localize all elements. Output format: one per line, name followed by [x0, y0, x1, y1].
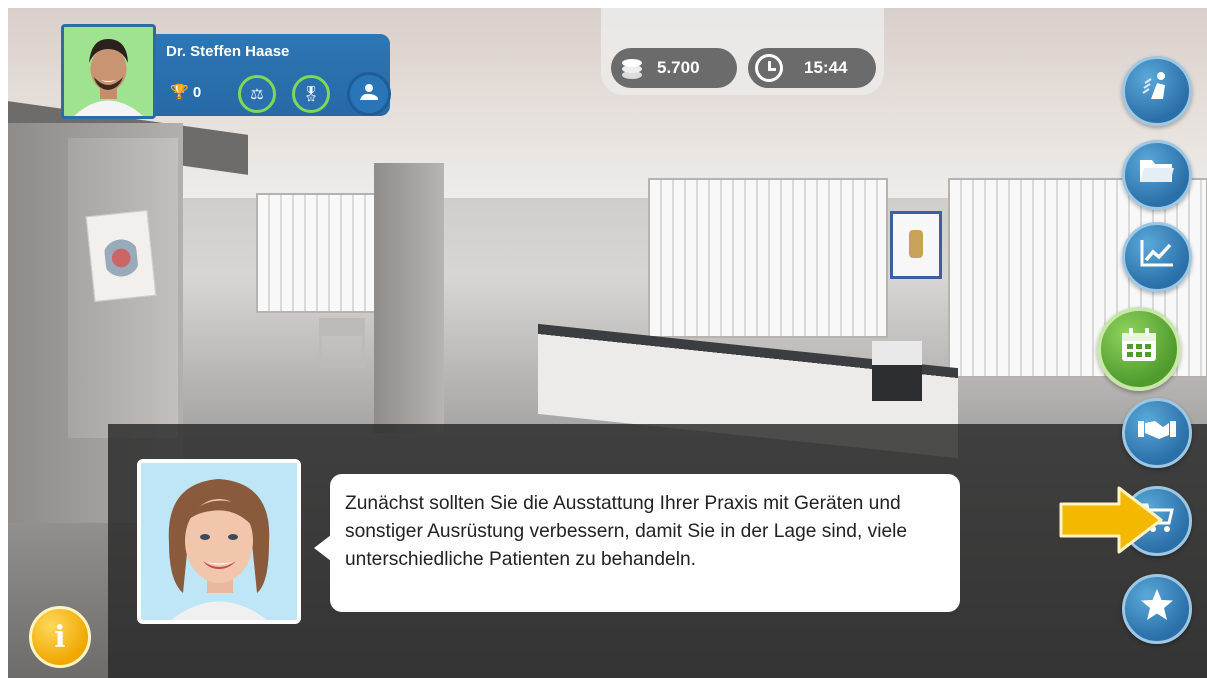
money-value: 5.700	[657, 58, 700, 77]
center-pillar	[374, 163, 444, 433]
clock-icon	[752, 51, 786, 85]
anatomy-poster	[85, 209, 157, 303]
award-icon: 🎖	[301, 86, 321, 103]
star-icon	[1139, 587, 1175, 631]
staff-button[interactable]	[1122, 56, 1192, 126]
dialogue-bubble: Zunächst sollten Sie die Ausstattung Ihr…	[330, 474, 960, 612]
tutorial-arrow-icon	[1059, 486, 1163, 554]
calendar-icon	[1120, 327, 1158, 371]
doctor-portrait-icon	[64, 27, 153, 116]
coins-icon	[615, 51, 649, 85]
chart-icon	[1139, 238, 1175, 276]
time-value: 15:44	[804, 58, 848, 77]
time-display: 15:44	[748, 48, 876, 88]
trophy-value: 0	[192, 84, 202, 101]
assistant-face-icon	[141, 463, 297, 620]
profile-button[interactable]	[347, 72, 391, 116]
calendar-button[interactable]	[1097, 307, 1181, 391]
contracts-button[interactable]	[1122, 398, 1192, 468]
favorites-button[interactable]	[1122, 574, 1192, 644]
player-name: Dr. Steffen Haase	[166, 43, 290, 60]
trophy-icon: 🏆	[170, 84, 189, 101]
window-center	[648, 178, 888, 338]
assistant-portrait	[137, 459, 301, 624]
info-button[interactable]: i	[29, 606, 91, 668]
info-icon: i	[54, 619, 66, 655]
window-left	[256, 193, 376, 313]
award-badge[interactable]: 🎖	[292, 75, 330, 113]
folder-icon	[1138, 156, 1176, 194]
trophy-counter: 🏆 0	[170, 83, 201, 101]
staff-icon	[1139, 69, 1175, 113]
handshake-icon	[1137, 415, 1177, 451]
printer	[872, 341, 922, 401]
scale-icon: ⚖	[250, 86, 264, 103]
player-avatar[interactable]	[61, 24, 156, 119]
statistics-button[interactable]	[1122, 222, 1192, 292]
speech-bubble-tail	[314, 535, 331, 561]
user-hand-icon	[358, 82, 380, 106]
scale-badge[interactable]: ⚖	[238, 75, 276, 113]
files-button[interactable]	[1122, 140, 1192, 210]
money-display: 5.700	[611, 48, 737, 88]
certificate	[890, 211, 942, 279]
dialogue-text: Zunächst sollten Sie die Ausstattung Ihr…	[345, 493, 908, 570]
waiting-chair	[319, 318, 365, 368]
